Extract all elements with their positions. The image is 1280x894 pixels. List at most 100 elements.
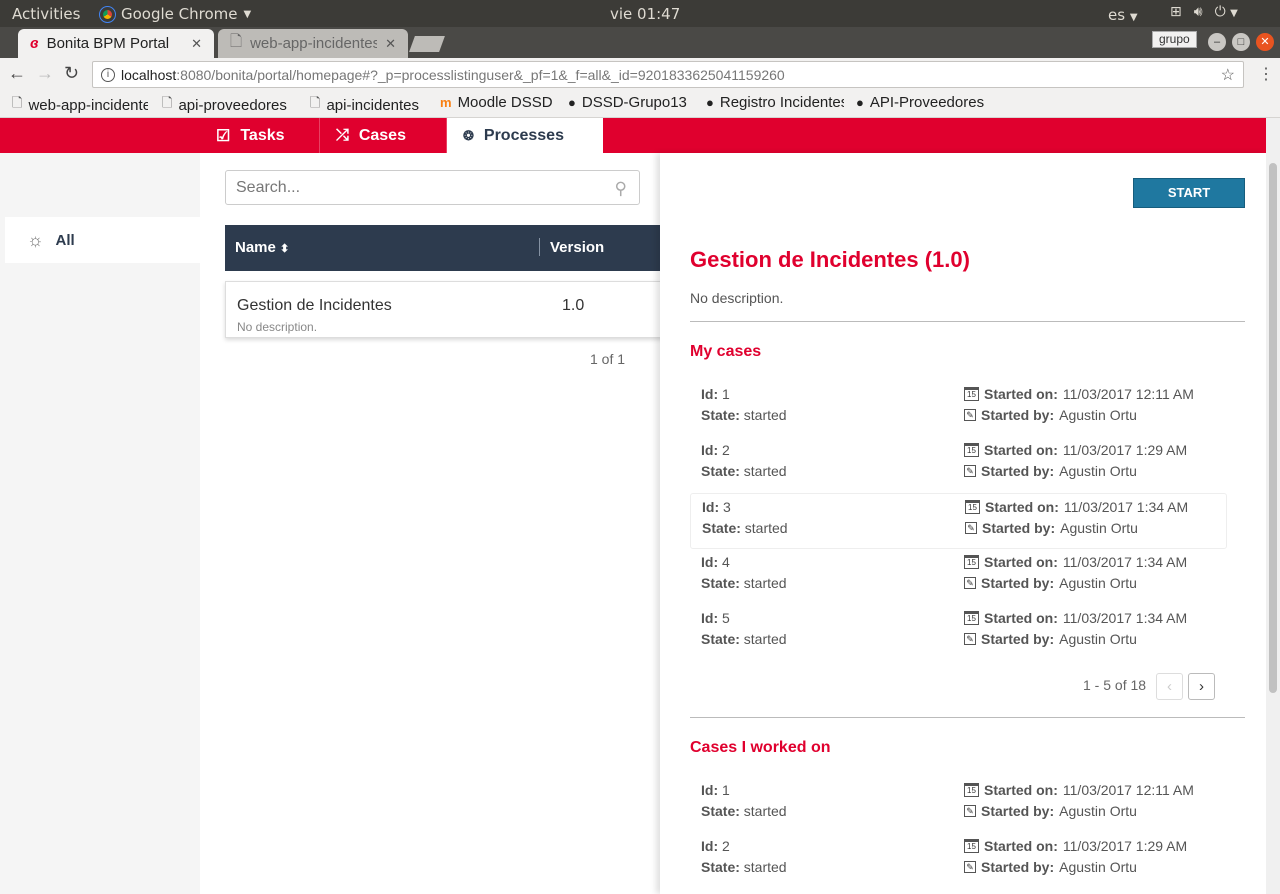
case-started-on: 11/03/2017 12:11 AM — [1062, 782, 1194, 798]
browser-tab-bonita[interactable]: ɞ Bonita BPM Portal ✕ — [18, 29, 214, 58]
bookmark-api-incidentes[interactable]: 🗋 api-incidentes — [310, 94, 419, 116]
tab-processes[interactable]: ❂ Processes — [447, 118, 603, 153]
case-item[interactable]: Id: 4 State: started 15 Started on: 11/03/… — [690, 549, 1227, 605]
case-item[interactable]: Id: 3 State: started 15 Started on: 11/03/… — [690, 493, 1227, 549]
bookmark-web-app-incidentes[interactable]: 🗋 web-app-incidentes — [12, 94, 148, 116]
edit-icon: ✎ — [964, 465, 976, 477]
tab-title: web-app-incidentes — [250, 35, 378, 52]
process-version: 1.0 — [562, 297, 585, 314]
process-name: Gestion de Incidentes — [237, 297, 392, 314]
case-started-on: 11/03/2017 1:29 AM — [1062, 838, 1188, 854]
case-started-by: Agustin Ortu — [1059, 859, 1137, 875]
page-icon: 🗋 — [12, 95, 23, 110]
back-icon[interactable]: ← — [8, 63, 26, 84]
bookmark-api-proveedores[interactable]: 🗋 api-proveedores — [162, 94, 287, 116]
scrollbar-thumb[interactable] — [1269, 163, 1277, 693]
close-tab-icon[interactable]: ✕ — [385, 36, 396, 52]
case-started-on: 11/03/2017 1:34 AM — [1062, 610, 1188, 626]
bookmark-dssd-grupo13[interactable]: ● DSSD-Grupo13 — [568, 94, 687, 111]
calendar-icon: 15 — [964, 611, 979, 625]
close-tab-icon[interactable]: ✕ — [191, 36, 202, 52]
search-icon[interactable]: ⚲ — [615, 179, 627, 199]
chrome-icon — [99, 5, 116, 23]
start-button[interactable]: START — [1133, 178, 1245, 208]
my-cases-title: My cases — [690, 343, 762, 360]
list-pager: 1 of 1 — [590, 351, 626, 367]
edit-icon: ✎ — [965, 522, 977, 534]
column-header-version[interactable]: Version — [550, 239, 604, 256]
menu-icon[interactable]: ⋮ — [1258, 64, 1274, 84]
github-icon: ● — [856, 95, 864, 110]
tab-tasks[interactable]: ☑ Tasks — [200, 118, 320, 153]
case-id: 2 — [722, 442, 730, 458]
case-item[interactable]: Id: 1 State: started 15 Started on: 11/03/… — [690, 777, 1227, 833]
bookmark-api-proveedores-gh[interactable]: ● API-Proveedores — [856, 94, 984, 111]
case-state: started — [743, 575, 787, 591]
process-description: No description. — [237, 320, 318, 334]
case-id: 5 — [722, 610, 730, 626]
power-icon: ⏻ ▼ — [1214, 4, 1238, 20]
language-indicator[interactable]: es ▼ — [1108, 6, 1138, 24]
volume-icon: 🔊︎ — [1193, 4, 1203, 20]
page-icon: 🗋 — [310, 95, 321, 110]
page-scrollbar[interactable] — [1266, 118, 1280, 894]
case-started-by: Agustin Ortu — [1059, 803, 1137, 819]
bookmark-star-icon[interactable]: ☆ — [1221, 65, 1235, 85]
case-state: started — [743, 803, 787, 819]
case-state: started — [743, 463, 787, 479]
bookmarks-bar: 🗋 web-app-incidentes 🗋 api-proveedores 🗋 ap… — [0, 90, 1280, 118]
checkbox-icon: ☑ — [216, 127, 231, 145]
close-window-icon[interactable]: ✕ — [1256, 33, 1274, 51]
tab-cases[interactable]: ⤮ Cases — [320, 118, 447, 153]
clock[interactable]: vie 01:47 — [610, 5, 680, 23]
divider — [690, 321, 1245, 322]
app-menu[interactable]: Google Chrome ▼ — [99, 5, 251, 23]
case-item[interactable]: Id: 2 State: started 15 Started on: 11/03/… — [690, 437, 1227, 493]
case-state: started — [743, 859, 787, 875]
calendar-icon: 15 — [964, 555, 979, 569]
activities-button[interactable]: Activities — [12, 5, 80, 23]
browser-toolbar: ← → ↻ i localhost:8080/bonita/portal/hom… — [0, 58, 1280, 90]
edit-icon: ✎ — [964, 861, 976, 873]
case-started-by: Agustin Ortu — [1060, 520, 1138, 536]
minimize-icon[interactable]: – — [1208, 33, 1226, 51]
new-tab-button[interactable] — [409, 36, 445, 52]
maximize-icon[interactable]: □ — [1232, 33, 1250, 51]
column-separator — [539, 238, 540, 256]
calendar-icon: 15 — [964, 443, 979, 457]
url-path: :8080/bonita/portal/homepage#?_p=process… — [176, 66, 785, 83]
bookmark-moodle-dssd[interactable]: m Moodle DSSD — [440, 94, 553, 111]
next-page-button[interactable]: › — [1188, 673, 1215, 700]
reload-icon[interactable]: ↻ — [64, 63, 79, 84]
case-item[interactable]: Id: 1 State: started 15 Started on: 11/03/… — [690, 381, 1227, 437]
calendar-icon: 15 — [964, 839, 979, 853]
system-tray[interactable]: ⊞ 🔊︎ ⏻ ▼ — [1170, 4, 1238, 20]
browser-tab-webapp[interactable]: 🗋 web-app-incidentes ✕ — [218, 29, 408, 58]
search-placeholder: Search... — [236, 179, 301, 196]
search-input[interactable]: Search... ⚲ — [225, 170, 640, 205]
calendar-icon: 15 — [965, 500, 980, 514]
forward-icon[interactable]: → — [36, 63, 54, 84]
page-icon: 🗋 — [230, 33, 243, 50]
divider — [690, 717, 1245, 718]
case-item[interactable]: Id: 2 State: started 15 Started on: 11/03/… — [690, 833, 1227, 889]
bonita-favicon: ɞ — [30, 35, 39, 52]
bonita-portal-page: ☑ Tasks ⤮ Cases ❂ Processes ☼ All Search...… — [0, 118, 1266, 894]
case-state: started — [743, 631, 787, 647]
edit-icon: ✎ — [964, 577, 976, 589]
case-item[interactable]: Id: 5 State: started 15 Started on: 11/03/… — [690, 605, 1227, 661]
profile-button[interactable]: grupo — [1152, 31, 1197, 48]
bookmark-registro-incidentes[interactable]: ● Registro Incidentes — [706, 94, 844, 111]
case-started-on: 11/03/2017 1:34 AM — [1063, 499, 1189, 515]
filter-all[interactable]: ☼ All — [5, 217, 200, 263]
process-list-panel: Search... ⚲ Name ⬍ Version Gestion de In… — [200, 153, 665, 894]
case-started-on: 11/03/2017 1:34 AM — [1062, 554, 1188, 570]
calendar-icon: 15 — [964, 783, 979, 797]
tab-title: Bonita BPM Portal — [46, 35, 170, 52]
previous-page-button[interactable]: ‹ — [1156, 673, 1183, 700]
column-header-name[interactable]: Name ⬍ — [235, 239, 289, 256]
table-row[interactable]: Gestion de Incidentes No description. 1.… — [225, 281, 665, 338]
case-started-by: Agustin Ortu — [1059, 407, 1137, 423]
address-bar[interactable]: i localhost:8080/bonita/portal/homepage#… — [92, 61, 1244, 88]
sort-icon[interactable]: ⬍ — [280, 243, 289, 255]
